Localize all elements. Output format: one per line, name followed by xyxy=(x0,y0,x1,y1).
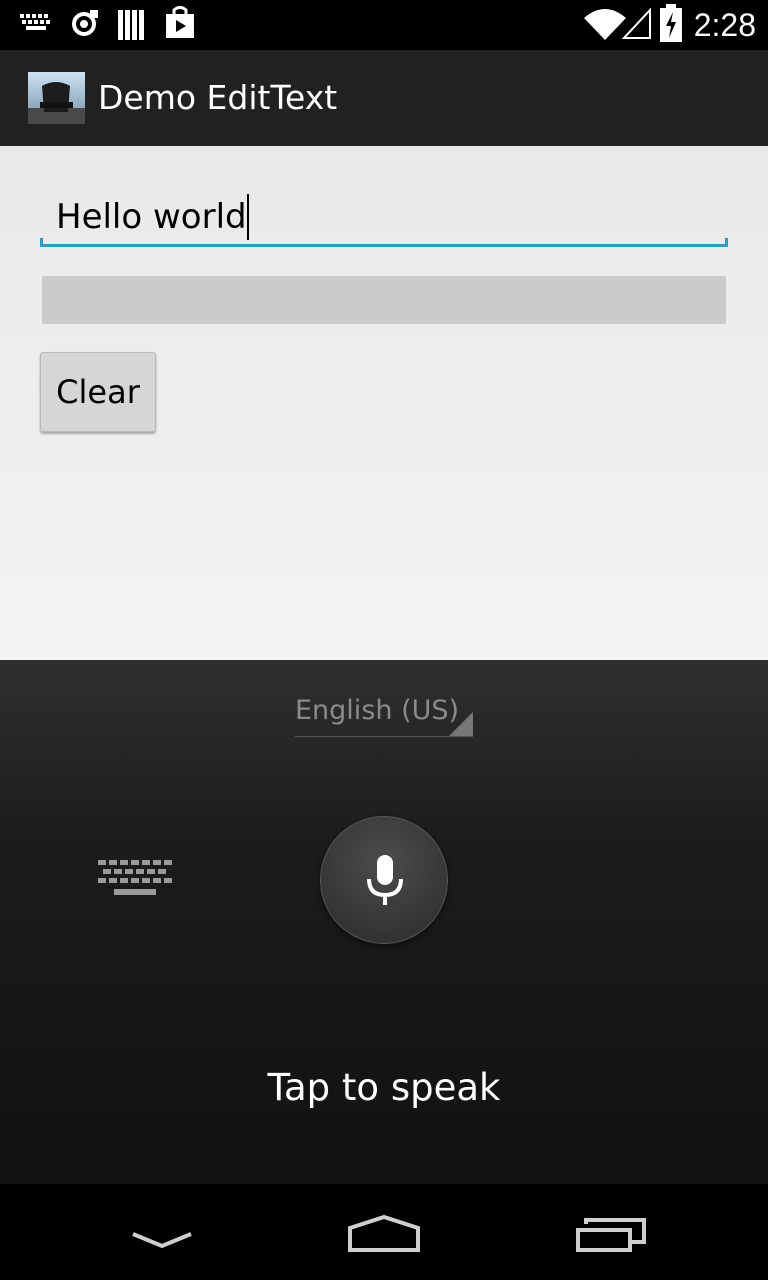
status-clock: 2:28 xyxy=(693,7,756,43)
language-selector[interactable]: English (US) xyxy=(295,692,473,737)
microphone-icon xyxy=(367,855,403,905)
library-icon xyxy=(118,10,144,40)
microphone-button[interactable] xyxy=(320,816,448,944)
text-cursor xyxy=(246,194,249,240)
battery-charging-icon xyxy=(660,4,682,42)
dropdown-arrow-icon xyxy=(449,712,473,736)
sync-icon xyxy=(72,10,98,36)
play-store-icon xyxy=(166,6,194,38)
app-title: Demo EditText xyxy=(98,78,338,117)
signal-icon xyxy=(622,8,651,39)
edit-text-value: Hello world xyxy=(56,194,249,240)
content-area: Hello world Clear xyxy=(0,146,768,660)
back-icon[interactable] xyxy=(130,1228,194,1250)
recents-icon[interactable] xyxy=(574,1216,646,1254)
edit-text-underline xyxy=(40,238,728,247)
app-icon xyxy=(28,72,85,124)
clear-button[interactable]: Clear xyxy=(40,352,156,432)
edit-text-content: Hello world xyxy=(56,197,247,237)
voice-input-panel: English (US) Tap to speak xyxy=(0,660,768,1184)
language-label: English (US) xyxy=(295,695,460,726)
wifi-icon xyxy=(584,9,626,40)
keyboard-icon[interactable] xyxy=(98,860,174,900)
action-bar: Demo EditText xyxy=(0,50,768,146)
gray-bar xyxy=(42,276,726,324)
home-icon[interactable] xyxy=(346,1214,422,1254)
edit-text-field[interactable]: Hello world xyxy=(40,190,728,248)
tap-to-speak-label: Tap to speak xyxy=(267,1066,501,1109)
status-bar: 2:28 xyxy=(0,0,768,50)
navigation-bar xyxy=(0,1184,768,1280)
keyboard-notification-icon xyxy=(20,14,50,30)
